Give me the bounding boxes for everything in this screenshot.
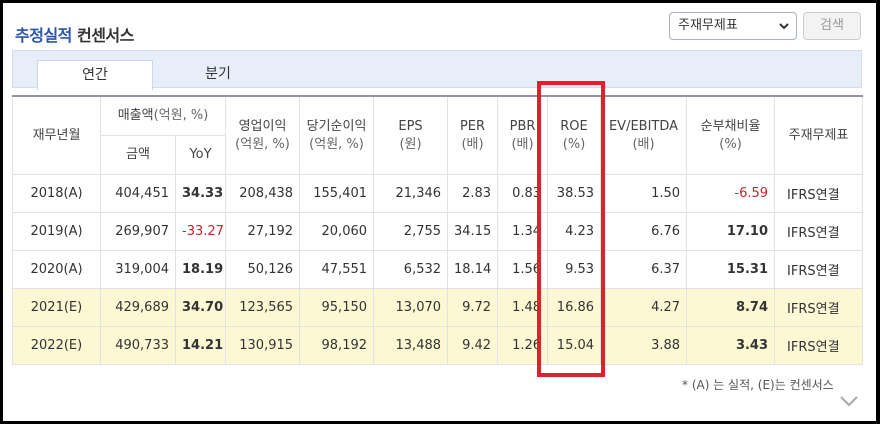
cell-per: 2.83	[447, 174, 499, 213]
cell-year: 2019(A)	[12, 212, 101, 251]
table-row: 2022(E) 490,733 14.21 130,915 98,192 13,…	[12, 326, 864, 365]
cell-year: 2020(A)	[12, 250, 101, 289]
cell-statement: IFRS연결	[774, 288, 864, 327]
header-net-debt-ratio: 순부채비율 (%)	[686, 95, 776, 175]
cell-revenue: 490,733	[100, 326, 176, 365]
cell-per: 9.42	[447, 326, 499, 365]
cell-net-debt: 8.74	[686, 288, 776, 327]
cell-ev-ebitda: 6.76	[600, 212, 688, 251]
cell-revenue: 319,004	[100, 250, 176, 289]
header-op-income-label: 영업이익	[238, 118, 287, 134]
cell-statement: IFRS연결	[774, 174, 864, 213]
cell-op-income: 123,565	[225, 288, 301, 327]
cell-net-debt: 3.43	[686, 326, 776, 365]
cell-per: 9.72	[447, 288, 499, 327]
title-suffix: 컨센서스	[76, 26, 134, 45]
header-eps-label: EPS	[398, 118, 423, 134]
header-revenue: 매출액(억원, %)	[99, 95, 227, 136]
section-title: 추정실적 컨센서스	[15, 22, 134, 46]
cell-net-debt: 15.31	[686, 250, 776, 289]
tab-annual[interactable]: 연간	[37, 60, 153, 90]
cell-revenue: 269,907	[100, 212, 176, 251]
cell-net-income: 98,192	[299, 326, 375, 365]
cell-yoy: -33.27	[174, 212, 227, 251]
header-per-label: PER	[459, 118, 486, 134]
cell-op-income: 50,126	[225, 250, 301, 289]
header-revenue-yoy: YoY	[174, 135, 227, 175]
header-revenue-unit: (억원, %)	[153, 108, 209, 123]
cell-eps: 2,755	[373, 212, 449, 251]
header-revenue-amount: 금액	[100, 135, 176, 175]
title-highlight: 추정실적	[15, 26, 72, 45]
cell-revenue: 404,451	[100, 174, 176, 213]
cell-net-income: 47,551	[299, 250, 375, 289]
cell-net-debt: 17.10	[686, 212, 776, 251]
cell-year: 2018(A)	[12, 174, 101, 213]
cell-yoy: 14.21	[174, 326, 227, 365]
cell-net-debt: -6.59	[686, 174, 776, 213]
header-year: 재무년월	[12, 95, 101, 175]
cell-eps: 6,532	[373, 250, 449, 289]
cell-ev-ebitda: 3.88	[600, 326, 688, 365]
cell-op-income: 130,915	[225, 326, 301, 365]
search-button[interactable]: 검색	[803, 12, 861, 40]
header-per: PER (배)	[447, 95, 499, 175]
cell-ev-ebitda: 1.50	[600, 174, 688, 213]
chevron-down-icon	[779, 23, 789, 30]
cell-op-income: 27,192	[225, 212, 301, 251]
header-net-debt-label: 순부채비율	[700, 118, 761, 134]
header-op-income: 영업이익 (억원, %)	[225, 95, 301, 175]
cell-year: 2021(E)	[12, 288, 101, 327]
chevron-down-icon[interactable]	[839, 394, 859, 408]
consensus-panel: 추정실적 컨센서스 주재무제표 검색 연간 분기 재무년월 매출액(억원, %)…	[3, 3, 876, 421]
cell-statement: IFRS연결	[774, 212, 864, 251]
cell-net-income: 20,060	[299, 212, 375, 251]
header-per-unit: (배)	[461, 136, 484, 152]
footnote: * (A) 는 실적, (E)는 컨센서스	[682, 378, 834, 392]
cell-revenue: 429,689	[100, 288, 176, 327]
table-row: 2021(E) 429,689 34.70 123,565 95,150 13,…	[12, 288, 864, 327]
header-eps-unit: (원)	[399, 136, 422, 152]
period-tabs: 연간 분기	[12, 50, 862, 90]
header-statement: 주재무제표	[774, 95, 864, 175]
cell-ev-ebitda: 4.27	[600, 288, 688, 327]
cell-statement: IFRS연결	[774, 326, 864, 365]
table-row: 2018(A) 404,451 34.33 208,438 155,401 21…	[12, 174, 864, 213]
header-op-income-unit: (억원, %)	[235, 136, 290, 152]
cell-ev-ebitda: 6.37	[600, 250, 688, 289]
header-net-debt-unit: (%)	[719, 136, 742, 152]
cell-eps: 13,488	[373, 326, 449, 365]
header-revenue-label: 매출액	[117, 108, 154, 123]
cell-eps: 13,070	[373, 288, 449, 327]
table-row: 2019(A) 269,907 -33.27 27,192 20,060 2,7…	[12, 212, 864, 251]
cell-op-income: 208,438	[225, 174, 301, 213]
header-ev-ebitda: EV/EBITDA (배)	[600, 95, 688, 175]
statement-select[interactable]: 주재무제표	[669, 12, 797, 40]
cell-yoy: 34.33	[174, 174, 227, 213]
header-ev-ebitda-unit: (배)	[632, 136, 655, 152]
tab-quarterly[interactable]: 분기	[183, 60, 253, 90]
cell-net-income: 155,401	[299, 174, 375, 213]
statement-select-value: 주재무제표	[678, 18, 738, 33]
cell-net-income: 95,150	[299, 288, 375, 327]
header-net-income: 당기순이익 (억원, %)	[299, 95, 375, 175]
header-net-income-unit: (억원, %)	[309, 136, 364, 152]
cell-statement: IFRS연결	[774, 250, 864, 289]
cell-per: 18.14	[447, 250, 499, 289]
cell-yoy: 34.70	[174, 288, 227, 327]
cell-yoy: 18.19	[174, 250, 227, 289]
cell-eps: 21,346	[373, 174, 449, 213]
header-ev-ebitda-label: EV/EBITDA	[608, 118, 679, 134]
table-row: 2020(A) 319,004 18.19 50,126 47,551 6,53…	[12, 250, 864, 289]
roe-highlight-box	[537, 81, 605, 377]
consensus-table: 재무년월 매출액(억원, %) 영업이익 (억원, %) 당기순이익 (억원, %)…	[12, 95, 864, 365]
header-eps: EPS (원)	[373, 95, 449, 175]
header-net-income-label: 당기순이익	[306, 118, 367, 134]
cell-year: 2022(E)	[12, 326, 101, 365]
cell-per: 34.15	[447, 212, 499, 251]
